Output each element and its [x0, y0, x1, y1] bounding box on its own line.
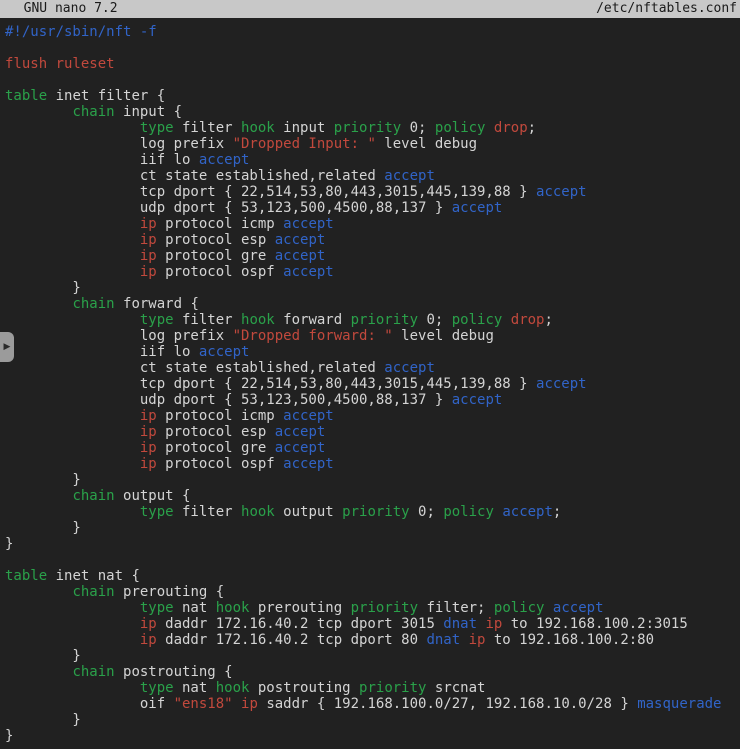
- code-line: iif lo accept: [5, 152, 740, 168]
- code-line: chain prerouting {: [5, 584, 740, 600]
- chevron-right-icon: ▶: [4, 342, 11, 352]
- code-line: ip protocol ospf accept: [5, 264, 740, 280]
- code-line: type filter hook input priority 0; polic…: [5, 120, 740, 136]
- nano-titlebar: GNU nano 7.2 /etc/nftables.conf: [0, 0, 740, 18]
- code-line: type filter hook forward priority 0; pol…: [5, 312, 740, 328]
- code-line: chain postrouting {: [5, 664, 740, 680]
- code-line: type filter hook output priority 0; poli…: [5, 504, 740, 520]
- code-line: chain input {: [5, 104, 740, 120]
- code-line: ip protocol esp accept: [5, 232, 740, 248]
- code-line: ip protocol esp accept: [5, 424, 740, 440]
- nano-version-label: GNU nano 7.2: [0, 0, 118, 18]
- code-line: }: [5, 648, 740, 664]
- code-line: iif lo accept: [5, 344, 740, 360]
- code-line: chain forward {: [5, 296, 740, 312]
- code-line: #!/usr/sbin/nft -f: [5, 24, 740, 40]
- code-line: ip protocol ospf accept: [5, 456, 740, 472]
- code-line: udp dport { 53,123,500,4500,88,137 } acc…: [5, 200, 740, 216]
- code-line: ip daddr 172.16.40.2 tcp dport 80 dnat i…: [5, 632, 740, 648]
- code-line: ip protocol gre accept: [5, 248, 740, 264]
- code-line: ip protocol icmp accept: [5, 408, 740, 424]
- side-panel-handle[interactable]: ▶: [0, 332, 14, 362]
- code-line: ct state established,related accept: [5, 168, 740, 184]
- code-line: log prefix "Dropped forward: " level deb…: [5, 328, 740, 344]
- code-line: [5, 552, 740, 568]
- code-line: ip daddr 172.16.40.2 tcp dport 3015 dnat…: [5, 616, 740, 632]
- terminal-window: GNU nano 7.2 /etc/nftables.conf #!/usr/s…: [0, 0, 740, 749]
- code-line: }: [5, 280, 740, 296]
- code-line: }: [5, 536, 740, 552]
- open-file-path: /etc/nftables.conf: [596, 0, 740, 18]
- code-line: }: [5, 472, 740, 488]
- code-line: }: [5, 728, 740, 744]
- code-line: }: [5, 520, 740, 536]
- code-line: tcp dport { 22,514,53,80,443,3015,445,13…: [5, 376, 740, 392]
- code-line: oif "ens18" ip saddr { 192.168.100.0/27,…: [5, 696, 740, 712]
- code-line: type nat hook postrouting priority srcna…: [5, 680, 740, 696]
- code-line: ct state established,related accept: [5, 360, 740, 376]
- code-line: tcp dport { 22,514,53,80,443,3015,445,13…: [5, 184, 740, 200]
- code-line: type nat hook prerouting priority filter…: [5, 600, 740, 616]
- code-line: }: [5, 712, 740, 728]
- code-line: table inet nat {: [5, 568, 740, 584]
- code-line: flush ruleset: [5, 56, 740, 72]
- code-line: ip protocol gre accept: [5, 440, 740, 456]
- code-line: ip protocol icmp accept: [5, 216, 740, 232]
- code-line: [5, 72, 740, 88]
- code-line: log prefix "Dropped Input: " level debug: [5, 136, 740, 152]
- code-line: udp dport { 53,123,500,4500,88,137 } acc…: [5, 392, 740, 408]
- editor-area[interactable]: #!/usr/sbin/nft -f flush ruleset table i…: [0, 18, 740, 749]
- code-line: [5, 40, 740, 56]
- code-line: chain output {: [5, 488, 740, 504]
- code-line: table inet filter {: [5, 88, 740, 104]
